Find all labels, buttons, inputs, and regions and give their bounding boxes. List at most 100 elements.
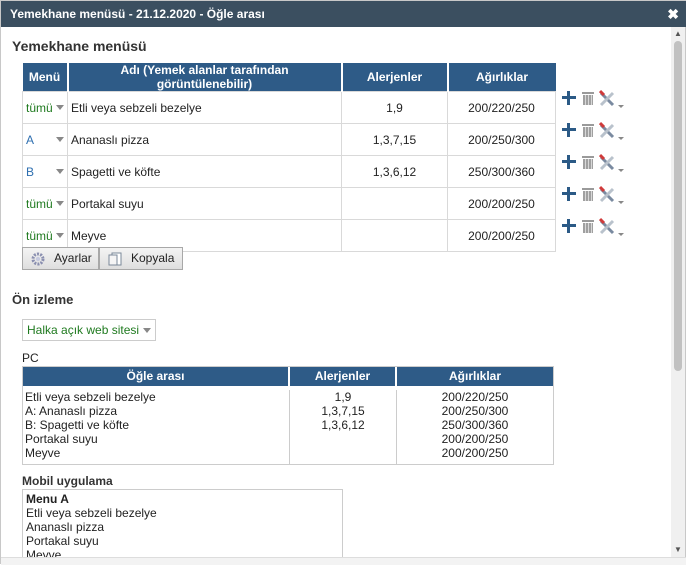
col-header-name: Adı (Yemek alanlar tarafından görüntülen… — [67, 63, 343, 92]
dialog-titlebar: Yemekhane menüsü - 21.12.2020 - Öğle ara… — [1, 1, 686, 27]
menu-select-value: tümü — [26, 100, 53, 115]
menu-select-value: A — [26, 132, 35, 147]
plus-icon[interactable] — [562, 123, 576, 137]
chevron-down-icon — [56, 233, 64, 238]
mobile-preview: Menu A Etli veya sebzeli bezelye Ananasl… — [22, 489, 343, 557]
list-item: Portakal suyu — [25, 432, 98, 446]
scrollbar-thumb[interactable] — [674, 41, 682, 371]
list-item: 1,3,7,15 — [321, 404, 365, 418]
row-actions — [562, 184, 626, 204]
weights-cell[interactable]: 200/250/300 — [447, 123, 556, 156]
weights-cell[interactable]: 200/220/250 — [447, 91, 556, 124]
allergens-cell[interactable]: 1,3,6,12 — [341, 155, 448, 188]
chevron-down-icon — [56, 105, 64, 110]
dialog-content: Yemekhane menüsü Menü Adı (Yemek alanlar… — [1, 27, 673, 557]
preview-heading: Ön izleme — [12, 292, 74, 307]
trash-icon[interactable] — [582, 155, 594, 169]
close-icon[interactable]: ✖ — [667, 1, 679, 27]
plus-icon[interactable] — [562, 187, 576, 201]
list-item: 200/200/250 — [441, 446, 509, 460]
copy-button-label: Kopyala — [131, 251, 175, 265]
dish-name-cell[interactable]: Portakal suyu — [67, 187, 342, 220]
dish-name-cell[interactable]: Ananaslı pizza — [67, 123, 342, 156]
col-header-allergens: Alerjenler — [341, 63, 449, 92]
table-row: tümü Portakal suyu 200/200/250 — [22, 187, 556, 220]
table-row: B Spagetti ve köfte 1,3,6,12 250/300/360 — [22, 155, 556, 188]
pc-col-header-meal: Öğle arası — [23, 367, 290, 386]
tools-icon[interactable] — [599, 217, 625, 237]
row-actions — [562, 88, 626, 108]
trash-icon[interactable] — [582, 123, 594, 137]
row-actions — [562, 120, 626, 140]
chevron-down-icon — [56, 137, 64, 142]
row-actions — [562, 152, 626, 172]
list-item: 200/220/250 — [441, 390, 509, 404]
pc-weights-column: 200/220/250 200/250/300 250/300/360 200/… — [397, 390, 553, 464]
menu-select-value: tümü — [26, 228, 53, 243]
allergens-cell[interactable] — [341, 187, 448, 220]
trash-icon[interactable] — [582, 219, 594, 233]
settings-button[interactable]: Ayarlar — [22, 247, 99, 270]
list-item: Portakal suyu — [26, 534, 99, 548]
list-item: 1,9 — [334, 390, 352, 404]
list-item: Etli veya sebzeli bezelye — [25, 390, 156, 404]
scroll-down-icon[interactable]: ▼ — [671, 543, 685, 557]
tools-icon[interactable] — [599, 89, 625, 109]
menu-select[interactable]: A — [22, 123, 68, 156]
allergens-cell[interactable]: 1,9 — [341, 91, 448, 124]
visibility-select[interactable]: Halka açık web sitesi — [22, 319, 156, 341]
chevron-down-icon — [56, 169, 64, 174]
weights-cell[interactable]: 200/200/250 — [447, 187, 556, 220]
tools-icon[interactable] — [599, 153, 625, 173]
list-item: Ananaslı pizza — [26, 520, 105, 534]
dish-name-cell[interactable]: Spagetti ve köfte — [67, 155, 342, 188]
pc-items-column: Etli veya sebzeli bezelye A: Ananaslı pi… — [23, 390, 290, 464]
mobile-label: Mobil uygulama — [22, 474, 113, 488]
col-header-menu: Menü — [22, 63, 69, 92]
dish-name-cell[interactable]: Etli veya sebzeli bezelye — [67, 91, 342, 124]
tools-icon[interactable] — [599, 121, 625, 141]
visibility-select-value: Halka açık web sitesi — [27, 323, 140, 337]
list-item: B: Spagetti ve köfte — [25, 418, 130, 432]
weights-cell[interactable]: 250/300/360 — [447, 155, 556, 188]
pc-col-header-allergens: Alerjenler — [290, 367, 397, 386]
list-item: 1,3,6,12 — [321, 418, 365, 432]
pc-preview-table: Öğle arası Alerjenler Ağırlıklar Etli ve… — [22, 366, 554, 465]
scroll-up-icon[interactable]: ▲ — [671, 27, 685, 41]
trash-icon[interactable] — [582, 91, 594, 105]
row-actions — [562, 216, 626, 236]
table-row: A Ananaslı pizza 1,3,7,15 200/250/300 — [22, 123, 556, 156]
menu-select[interactable]: tümü — [22, 187, 68, 220]
list-item: 200/200/250 — [441, 432, 509, 446]
list-item: 250/300/360 — [441, 418, 509, 432]
menu-select-value: B — [26, 164, 35, 179]
plus-icon[interactable] — [562, 91, 576, 105]
list-item: Etli veya sebzeli bezelye — [26, 506, 157, 520]
list-item: Meyve — [26, 548, 62, 557]
mobile-menu-title: Menu A — [26, 492, 69, 506]
vertical-scrollbar[interactable]: ▲ ▼ — [671, 27, 685, 557]
menu-table: Menü Adı (Yemek alanlar tarafından görün… — [22, 63, 556, 252]
pc-table-body: Etli veya sebzeli bezelye A: Ananaslı pi… — [23, 386, 553, 464]
plus-icon[interactable] — [562, 219, 576, 233]
menu-select-value: tümü — [26, 196, 53, 211]
copy-button[interactable]: Kopyala — [99, 247, 183, 270]
trash-icon[interactable] — [582, 187, 594, 201]
menu-select[interactable]: B — [22, 155, 68, 188]
list-item: Meyve — [25, 446, 61, 460]
pc-table-header: Öğle arası Alerjenler Ağırlıklar — [23, 367, 553, 386]
chevron-down-icon — [143, 328, 151, 333]
allergens-cell[interactable] — [341, 219, 448, 252]
plus-icon[interactable] — [562, 155, 576, 169]
dialog-window: Yemekhane menüsü - 21.12.2020 - Öğle ara… — [0, 0, 686, 565]
pc-allergens-column: 1,9 1,3,7,15 1,3,6,12 — [290, 390, 397, 464]
menu-heading: Yemekhane menüsü — [12, 38, 147, 54]
chevron-down-icon — [56, 201, 64, 206]
list-item: A: Ananaslı pizza — [25, 404, 118, 418]
allergens-cell[interactable]: 1,3,7,15 — [341, 123, 448, 156]
pc-col-header-weights: Ağırlıklar — [448, 369, 502, 383]
menu-select[interactable]: tümü — [22, 91, 68, 124]
tools-icon[interactable] — [599, 185, 625, 205]
weights-cell[interactable]: 200/200/250 — [447, 219, 556, 252]
gear-icon — [31, 252, 45, 266]
